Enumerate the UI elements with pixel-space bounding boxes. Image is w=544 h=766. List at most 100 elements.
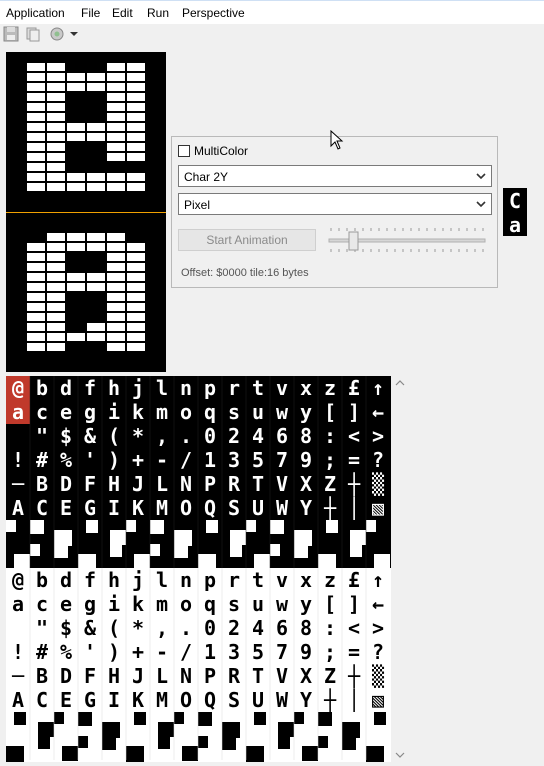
char-editor[interactable] [6,52,166,372]
charset-glyph: U [252,496,264,520]
charset-glyph: ← [372,400,384,424]
charset-glyph: 2 [228,424,240,448]
animation-speed-slider[interactable] [327,223,487,257]
editor-pixel [127,153,145,161]
charset-glyph: S [228,688,240,712]
charset-glyph: > [372,424,384,448]
charset-glyph: n [180,568,192,592]
chevron-down-icon [476,201,486,208]
charset-glyph: d [60,568,72,592]
charset-glyph: $ [60,424,72,448]
charset-graphic [30,544,40,556]
editor-pixel [107,173,125,181]
charset-glyph: N [180,472,192,496]
charset-glyph: ) [108,448,120,472]
editor-pixel [67,333,85,341]
multicolor-label: MultiColor [194,144,249,158]
charset-glyph: m [156,400,168,424]
charset-glyph: ↑ [372,568,384,592]
charset-glyph: ; [324,448,336,472]
charset-glyph: r [228,376,240,400]
editor-pixel [127,283,145,291]
charset-graphic [174,712,184,724]
charset-glyph: F [84,664,96,688]
charset-graphic [54,530,72,546]
editor-pixel [27,103,45,111]
editor-pixel [47,273,65,281]
properties-panel: MultiColor Char 2Y Pixel Start Animation [171,136,498,288]
editor-pixel [47,83,65,91]
menu-application[interactable]: Application [6,6,65,20]
editor-pixel [47,123,65,131]
charset-glyph: a [12,400,24,424]
editor-pixel [107,153,125,161]
charset-glyph: 8 [300,616,312,640]
editor-pixel [27,303,45,311]
editor-pixel [67,233,85,241]
toolbar [0,24,544,46]
charset-glyph: ) [108,640,120,664]
editor-pixel [107,263,125,271]
charset-graphic [110,544,122,557]
charset-graphic [6,746,24,762]
charset-graphic [182,746,198,761]
charset-glyph: │ [348,688,360,712]
save-icon[interactable] [3,26,19,42]
charset-glyph: s [228,400,240,424]
editor-pixel [27,123,45,131]
editor-pixel [127,293,145,301]
editor-pixel [47,243,65,251]
charset-grid[interactable]: @ b d f h j l n p r t v x z £ ↑ a c e g i k m o q s u w y[] ← " $ &(*,.… [6,376,391,762]
menu-run[interactable]: Run [147,6,169,20]
run-config-icon[interactable] [49,26,65,42]
editor-pixel [127,73,145,81]
charset-glyph: " [36,616,48,640]
editor-pixel [67,243,85,251]
editor-pixel [107,343,125,351]
editor-pixel [127,83,145,91]
char-select[interactable]: Char 2Y [178,165,492,187]
menu-perspective[interactable]: Perspective [182,6,245,20]
menu-edit[interactable]: Edit [112,6,133,20]
charset-glyph: i [108,592,120,616]
scroll-down-icon [395,752,405,758]
multicolor-checkbox[interactable] [178,145,190,157]
menu-file[interactable]: File [81,6,100,20]
mode-select[interactable]: Pixel [178,193,492,215]
editor-pixel [107,143,125,151]
editor-pixel [107,93,125,101]
editor-pixel [27,243,45,251]
editor-pixel [27,83,45,91]
charset-graphic [206,520,218,533]
editor-pixel [127,63,145,71]
editor-pixel [27,183,45,191]
charset-glyph: f [84,376,96,400]
charset-glyph: £ [348,376,360,400]
editor-pixel [107,253,125,261]
editor-pixel [47,173,65,181]
charset-glyph: d [60,376,72,400]
editor-pixel [87,183,105,191]
editor-pixel [27,113,45,121]
editor-pixel [27,63,45,71]
charset-glyph: S [228,496,240,520]
charset-glyph: Q [204,496,216,520]
charset-glyph: W [276,496,289,520]
charset-glyph: a [12,592,24,616]
dropdown-arrow-icon[interactable] [69,26,79,42]
charset-glyph: E [60,688,72,712]
charset-glyph: ] [348,400,360,424]
charset-glyph: 7 [276,640,288,664]
charset-glyph: │ [348,496,360,520]
charset-glyph: x [300,568,312,592]
charset-glyph: 4 [252,616,264,640]
start-animation-button[interactable]: Start Animation [178,229,316,251]
charset-canvas[interactable]: @ b d f h j l n p r t v x z £ ↑a c e g i k m o q s u w y[] ← " $ &(*,.… [6,376,391,762]
editor-pixel [127,123,145,131]
charset-scrollbar[interactable] [393,376,407,762]
editor-pixel [27,283,45,291]
copy-icon[interactable] [25,26,41,42]
charset-glyph: Q [204,688,216,712]
charset-glyph: f [84,568,96,592]
charset-glyph: ┼ [323,496,337,520]
